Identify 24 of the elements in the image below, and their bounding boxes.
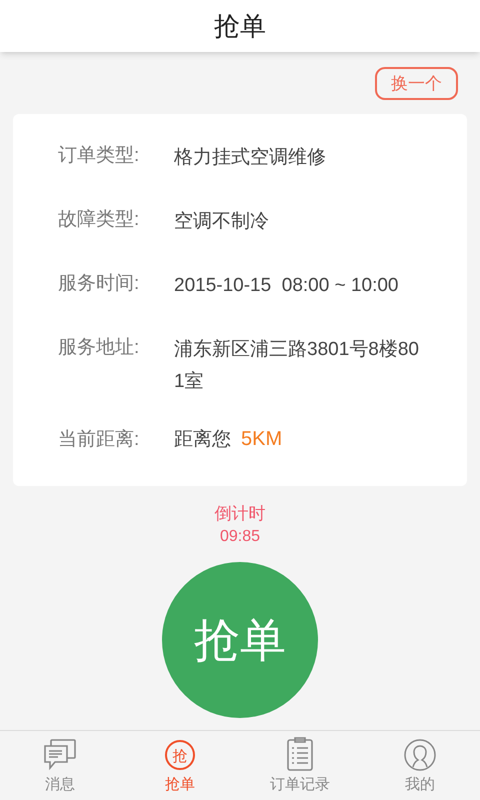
grab-icon: 抢: [164, 739, 196, 771]
field-value: 格力挂式空调维修: [174, 146, 327, 170]
field-label: 服务地址:: [57, 336, 140, 360]
countdown-label: 倒计时: [214, 503, 266, 525]
switch-button[interactable]: 换一个: [375, 67, 458, 100]
clipboard-list-icon: [287, 737, 313, 771]
field-label: 故障类型:: [57, 208, 140, 232]
field-label: 服务时间:: [57, 272, 140, 296]
field-value: 距离您: [174, 428, 231, 452]
countdown-time: 09:85: [220, 527, 260, 547]
field-label: 当前距离:: [57, 428, 140, 452]
field-value: 空调不制冷: [174, 210, 270, 234]
tab[interactable]: 我的: [360, 731, 480, 800]
chat-bubbles-icon: [43, 739, 77, 771]
grab-button[interactable]: 抢单: [162, 562, 318, 718]
tab[interactable]: 消息: [0, 731, 120, 800]
page-title: 抢单: [214, 10, 266, 42]
tab[interactable]: 订单记录: [240, 731, 360, 800]
tab[interactable]: 抢 抢单: [120, 731, 240, 800]
field-value: 浦东新区浦三路3801号8楼801室: [174, 338, 420, 394]
distance-value: 5KM: [241, 427, 282, 452]
field-label: 订单类型:: [57, 144, 140, 168]
user-icon: [404, 739, 436, 771]
field-value: 2015-10-15 08:00 ~ 10:00: [174, 274, 400, 298]
